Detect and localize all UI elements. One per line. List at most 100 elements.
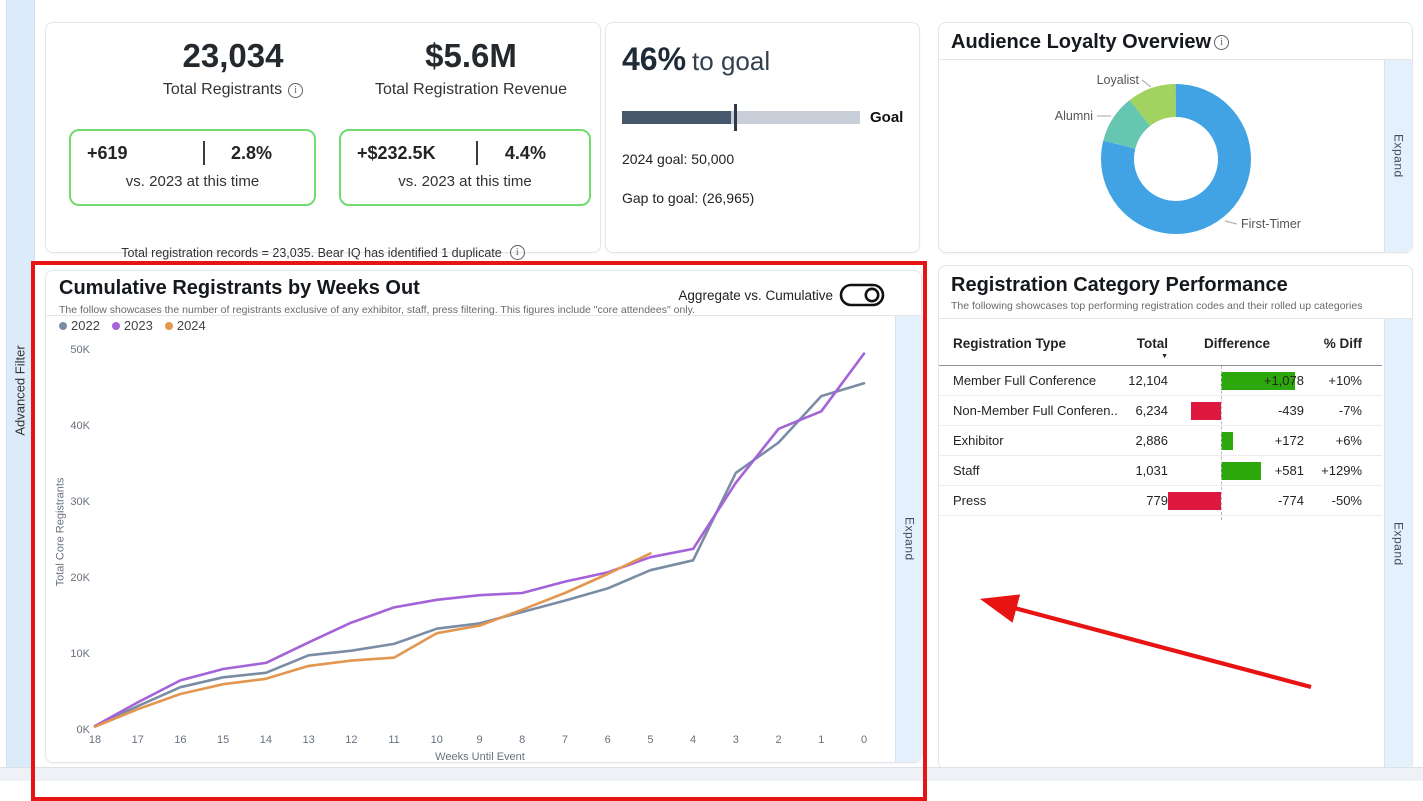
chart-title: Cumulative Registrants by Weeks Out [59,277,695,300]
registration-table: Registration Type Total Difference % Dif… [939,326,1382,516]
aggregate-cumulative-toggle[interactable] [839,283,885,307]
goal-progress-fill [622,111,731,124]
cell-registration-type: Non-Member Full Conferen... [939,403,1118,418]
table-title: Registration Category Performance [951,274,1362,297]
col-difference: Difference [1168,336,1306,359]
cell-total: 779 [1118,493,1168,508]
difference-value: +581 [1275,463,1304,478]
toggle-label: Aggregate vs. Cumulative [678,288,833,303]
revenue-stat: $5.6M Total Registration Revenue [346,37,596,99]
x-tick-label: 1 [818,734,824,746]
loyalty-title: Audience Loyalty Overview [951,31,1211,54]
total-stats-card: 23,034 Total Registrants $5.6M Total Reg… [45,22,601,253]
x-tick-label: 12 [345,734,357,746]
x-axis-title: Weeks Until Event [435,751,525,763]
registrants-delta: +619 [87,143,203,164]
col-registration-type: Registration Type [939,336,1118,359]
goal-target-text: 2024 goal: 50,000 [622,151,734,167]
y-tick-label: 20K [70,572,90,584]
loyalty-expand-button[interactable]: Expand [1384,60,1412,252]
x-tick-label: 6 [605,734,611,746]
donut-label-first-timer: First-Timer [1241,217,1301,231]
revenue-delta: +$232.5K [357,143,476,164]
table-row[interactable]: Press779-774-50% [939,486,1382,516]
cell-total: 12,104 [1118,373,1168,388]
x-tick-label: 8 [519,734,525,746]
col-pct-diff: % Diff [1306,336,1364,359]
x-tick-label: 15 [217,734,229,746]
revenue-label: Total Registration Revenue [375,81,567,99]
cell-pct-diff: +6% [1306,433,1364,448]
divider [939,318,1412,319]
registration-category-card: Registration Category Performance The fo… [938,265,1413,770]
x-tick-label: 18 [89,734,101,746]
registrants-delta-box: +619 2.8% vs. 2023 at this time [69,129,316,206]
cell-difference: +581 [1168,456,1306,486]
line-series-2023[interactable] [95,354,864,726]
loyalty-donut-chart[interactable]: First-TimerAlumniLoyalist [939,60,1384,253]
registrants-vs-label: vs. 2023 at this time [87,173,298,190]
y-tick-label: 10K [70,648,90,660]
registrants-stat: 23,034 Total Registrants [108,37,358,99]
x-tick-label: 2 [775,734,781,746]
donut-label-connector [1225,221,1237,224]
table-subtitle: The following showcases top performing r… [951,300,1362,312]
sort-descending-icon [1118,351,1168,359]
info-icon[interactable] [288,83,303,98]
advanced-filter-rail[interactable]: Advanced Filter [6,0,35,781]
table-row[interactable]: Non-Member Full Conferen...6,234 -439-7% [939,396,1382,426]
revenue-vs-label: vs. 2023 at this time [357,173,573,190]
registrants-value: 23,034 [108,37,358,75]
cell-registration-type: Staff [939,463,1118,478]
x-tick-label: 0 [861,734,867,746]
x-tick-label: 10 [431,734,443,746]
goal-card: 46%to goal Goal 2024 goal: 50,000 Gap to… [605,22,920,253]
chart-expand-button[interactable]: Expand [895,316,923,762]
difference-value: +1,078 [1264,373,1304,388]
table-row[interactable]: Exhibitor2,886+172+6% [939,426,1382,456]
difference-bar [1221,462,1261,480]
difference-zero-line [1221,366,1222,520]
table-expand-button[interactable]: Expand [1384,319,1412,769]
line-series-2022[interactable] [95,383,864,726]
difference-value: -439 [1278,403,1304,418]
duplicate-footnote: Total registration records = 23,035. Bea… [121,246,501,260]
bottom-strip [0,767,1423,781]
cell-registration-type: Exhibitor [939,433,1118,448]
x-tick-label: 17 [132,734,144,746]
cell-pct-diff: +129% [1306,463,1364,478]
x-tick-label: 14 [260,734,272,746]
goal-progress-tick [734,104,737,131]
x-tick-label: 5 [647,734,653,746]
revenue-delta-box: +$232.5K 4.4% vs. 2023 at this time [339,129,591,206]
difference-bar [1221,432,1233,450]
table-expand-label: Expand [1392,522,1406,566]
info-icon[interactable] [510,245,525,260]
table-row[interactable]: Member Full Conference12,104+1,078+10% [939,366,1382,396]
difference-bar [1191,402,1221,420]
cumulative-line-chart[interactable]: 0K10K20K30K40K50K18171615141312111098765… [60,329,896,765]
cell-pct-diff: -50% [1306,493,1364,508]
col-total-sortable[interactable]: Total [1118,336,1168,359]
y-tick-label: 50K [70,344,90,356]
chart-expand-label: Expand [903,517,917,561]
x-tick-label: 11 [388,734,399,746]
goal-gap-text: Gap to goal: (26,965) [622,190,754,206]
y-tick-label: 40K [70,420,90,432]
x-tick-label: 16 [174,734,186,746]
cell-total: 1,031 [1118,463,1168,478]
line-series-2024[interactable] [95,553,650,726]
cell-total: 6,234 [1118,403,1168,418]
cell-difference: +172 [1168,426,1306,456]
registrants-delta-pct: 2.8% [205,143,298,164]
loyalty-expand-label: Expand [1392,134,1406,178]
cell-difference: -439 [1168,396,1306,426]
col-total-label: Total [1137,336,1168,351]
info-icon[interactable] [1214,35,1229,50]
x-tick-label: 13 [302,734,314,746]
table-row[interactable]: Staff1,031 +581+129% [939,456,1382,486]
cell-total: 2,886 [1118,433,1168,448]
cell-pct-diff: -7% [1306,403,1364,418]
goal-bar-label: Goal [870,109,903,126]
x-tick-label: 4 [690,734,696,746]
